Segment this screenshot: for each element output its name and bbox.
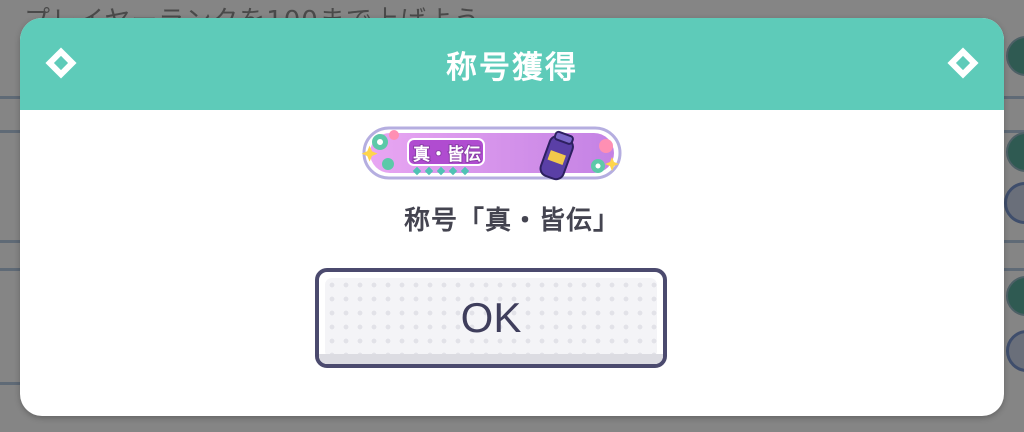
background-divider bbox=[1004, 240, 1024, 243]
dialog-header: 称号獲得 bbox=[20, 18, 1004, 110]
background-medal-icon bbox=[1006, 132, 1024, 172]
background-divider bbox=[0, 96, 20, 99]
background-divider bbox=[0, 240, 20, 243]
ok-button[interactable]: OK bbox=[315, 268, 667, 368]
title-badge-label: 真・皆伝 bbox=[412, 144, 482, 166]
title-badge: 真・皆伝 bbox=[358, 122, 626, 184]
diamond-ornament-icon bbox=[947, 47, 979, 79]
title-badge-graphic bbox=[361, 126, 622, 181]
background-divider bbox=[0, 382, 20, 385]
ok-button-shade bbox=[319, 354, 663, 364]
background-divider bbox=[0, 268, 20, 271]
background-divider bbox=[1004, 268, 1024, 271]
dialog-title: 称号獲得 bbox=[446, 49, 578, 86]
diamond-ornament-icon bbox=[45, 47, 77, 79]
background-medal-icon bbox=[1006, 276, 1024, 316]
background-divider bbox=[0, 130, 20, 133]
acquired-title-text: 称号「真・皆伝」 bbox=[403, 206, 620, 236]
background-divider bbox=[1004, 96, 1024, 99]
background-medal-icon bbox=[1006, 330, 1024, 372]
background-medal-icon bbox=[1006, 36, 1024, 76]
ok-button-label: OK bbox=[460, 294, 522, 341]
